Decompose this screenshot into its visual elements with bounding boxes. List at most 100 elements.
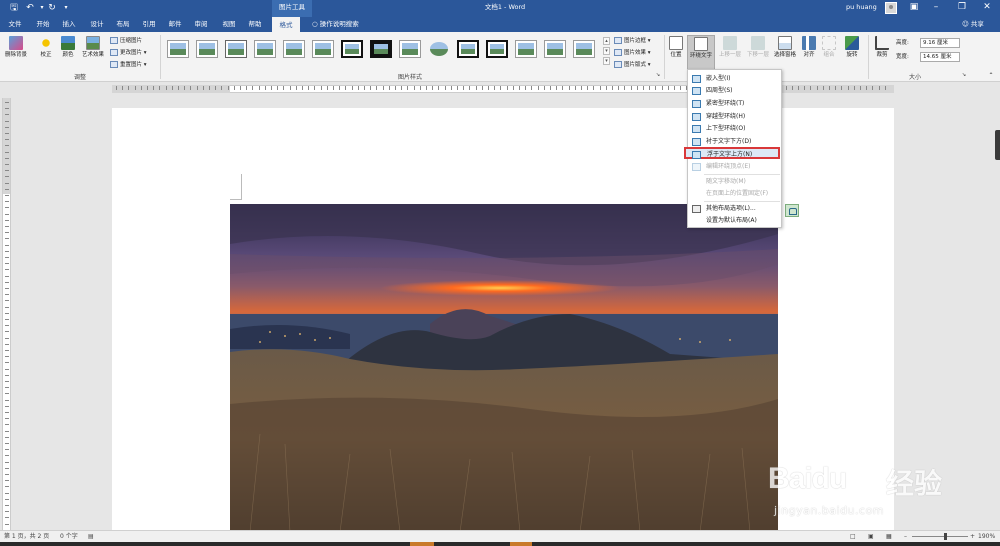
selected-picture[interactable]	[230, 204, 778, 532]
vertical-ruler[interactable]	[2, 98, 11, 530]
zoom-slider-thumb[interactable]	[944, 533, 947, 540]
wrap-menu-item-in-front-of-text[interactable]: 浮于文字上方(N)	[684, 147, 780, 159]
crop-button[interactable]: 裁剪	[872, 36, 892, 58]
tab-view[interactable]: 视图	[218, 17, 240, 32]
print-layout-icon[interactable]: ▣	[868, 531, 874, 542]
picture-style-thumb[interactable]	[196, 40, 218, 58]
reset-picture-button[interactable]: 重置图片 ▾	[110, 60, 147, 70]
group-objects-button[interactable]: 组合	[820, 36, 838, 58]
zoom-in-icon[interactable]: +	[970, 531, 975, 542]
picture-style-thumb[interactable]	[428, 40, 450, 58]
tab-insert[interactable]: 插入	[58, 17, 80, 32]
tab-references[interactable]: 引用	[138, 17, 160, 32]
color-button[interactable]: 颜色	[58, 36, 78, 58]
change-picture-button[interactable]: 更改图片 ▾	[110, 48, 147, 58]
picture-style-thumb[interactable]	[573, 40, 595, 58]
undo-icon[interactable]: ↶	[24, 2, 36, 14]
share-button[interactable]: ☺ 共享	[962, 17, 984, 32]
tab-format[interactable]: 格式	[272, 17, 300, 32]
wrap-menu-item-square[interactable]: 四周型(S)	[689, 85, 780, 97]
word-count[interactable]: 0 个字	[60, 531, 78, 542]
layout-options-icon[interactable]	[785, 204, 799, 217]
ruler-tick	[469, 86, 471, 90]
redo-icon[interactable]: ↻	[46, 2, 58, 14]
picture-style-thumb[interactable]	[515, 40, 537, 58]
send-backward-button[interactable]: 下移一层	[745, 36, 771, 58]
ruler-tick	[5, 350, 9, 351]
wrap-menu-item-inline[interactable]: 嵌入型(I)	[689, 73, 780, 85]
read-mode-icon[interactable]: □	[850, 531, 856, 542]
gallery-scroll-up-icon[interactable]: ▴	[603, 37, 610, 45]
picture-style-thumb[interactable]	[399, 40, 421, 58]
corrections-button[interactable]: 校正	[36, 36, 56, 58]
collapse-ribbon-icon[interactable]: ⌃	[986, 72, 996, 79]
selection-pane-button[interactable]: 选择窗格	[772, 36, 798, 58]
picture-style-thumb[interactable]	[225, 40, 247, 58]
tab-design[interactable]: 设计	[86, 17, 108, 32]
ruler-tick	[872, 86, 874, 90]
zoom-slider[interactable]	[912, 536, 968, 537]
horizontal-ruler[interactable]	[0, 83, 1000, 95]
picture-style-thumb[interactable]	[341, 40, 363, 58]
picture-style-thumb[interactable]	[370, 40, 392, 58]
ribbon-display-options-icon[interactable]: ▣	[903, 0, 925, 15]
picture-style-thumb[interactable]	[486, 40, 508, 58]
proofing-icon[interactable]: ▤	[88, 531, 94, 542]
wrap-menu-item-set-default[interactable]: 设置为默认布局(A)	[689, 215, 780, 227]
ruler-tick	[5, 393, 9, 395]
picture-style-thumb[interactable]	[167, 40, 189, 58]
web-layout-icon[interactable]: ▦	[886, 531, 892, 542]
user-name[interactable]: pu huang	[846, 0, 877, 15]
picture-style-thumb[interactable]	[283, 40, 305, 58]
picture-border-button[interactable]: 图片边框 ▾	[614, 36, 651, 46]
page-count[interactable]: 第 1 页，共 2 页	[4, 531, 49, 542]
wrap-menu-item-fix-position[interactable]: 在页面上的位置固定(F)	[689, 188, 780, 200]
height-input[interactable]: 9.16 厘米	[920, 38, 960, 48]
wrap-menu-item-through[interactable]: 穿越型环绕(H)	[689, 111, 780, 123]
ruler-tick	[5, 461, 9, 463]
size-launcher-icon[interactable]: ↘	[960, 72, 968, 78]
picture-style-thumb[interactable]	[544, 40, 566, 58]
picture-layout-button[interactable]: 图片版式 ▾	[614, 60, 651, 70]
zoom-out-icon[interactable]: –	[904, 531, 907, 542]
compress-pictures-button[interactable]: 压缩图片	[110, 36, 142, 46]
wrap-menu-item-move-with-text[interactable]: 随文字移动(M)	[689, 176, 780, 188]
ruler-tick	[233, 86, 235, 90]
minimize-icon[interactable]: –	[925, 0, 947, 15]
tell-me-search[interactable]: ○ 操作说明搜索	[312, 17, 359, 32]
remove-background-button[interactable]: 删除背景	[3, 36, 29, 58]
wrap-menu-item-tight[interactable]: 紧密型环绕(T)	[689, 98, 780, 110]
tab-review[interactable]: 审阅	[190, 17, 212, 32]
title-bar: 🖫 ↶ ▾ ↻ ▾ 图片工具 文档1 - Word pu huang ▣ – ❐…	[0, 0, 1000, 17]
wrap-menu-item-more-layout-options[interactable]: 其他布局选项(L)...	[689, 203, 780, 215]
tab-file[interactable]: 文件	[4, 17, 26, 32]
tab-home[interactable]: 开始	[32, 17, 54, 32]
save-icon[interactable]: 🖫	[8, 2, 20, 14]
restore-icon[interactable]: ❐	[951, 0, 973, 15]
ruler-tick	[289, 86, 291, 90]
close-icon[interactable]: ✕	[976, 0, 998, 15]
tab-layout[interactable]: 布局	[112, 17, 134, 32]
wrap-text-button[interactable]: 环绕文字	[687, 35, 715, 71]
gallery-scroll-down-icon[interactable]: ▾	[603, 47, 610, 55]
align-button[interactable]: 对齐	[800, 36, 818, 58]
wrap-menu-item-edit-wrap-points[interactable]: 编辑环绕顶点(E)	[689, 161, 780, 173]
scroll-indicator[interactable]	[995, 130, 1000, 160]
avatar[interactable]	[885, 2, 897, 14]
artistic-effects-button[interactable]: 艺术效果	[80, 36, 106, 58]
position-button[interactable]: 位置	[667, 36, 685, 58]
tab-mailings[interactable]: 邮件	[164, 17, 186, 32]
picture-style-thumb[interactable]	[312, 40, 334, 58]
picture-style-thumb[interactable]	[254, 40, 276, 58]
zoom-level[interactable]: 190%	[978, 531, 995, 542]
width-input[interactable]: 14.65 厘米	[920, 52, 960, 62]
format-picture-launcher-icon[interactable]: ↘	[654, 72, 662, 78]
tab-help[interactable]: 帮助	[244, 17, 266, 32]
rotate-button[interactable]: 旋转	[842, 36, 862, 58]
picture-style-thumb[interactable]	[457, 40, 479, 58]
picture-effects-button[interactable]: 图片效果 ▾	[614, 48, 651, 58]
wrap-menu-item-top-bottom[interactable]: 上下型环绕(O)	[689, 123, 780, 135]
bring-forward-button[interactable]: 上移一层	[717, 36, 743, 58]
customize-quick-access-icon[interactable]: ▾	[60, 2, 72, 14]
gallery-more-icon[interactable]: ▾	[603, 57, 610, 65]
